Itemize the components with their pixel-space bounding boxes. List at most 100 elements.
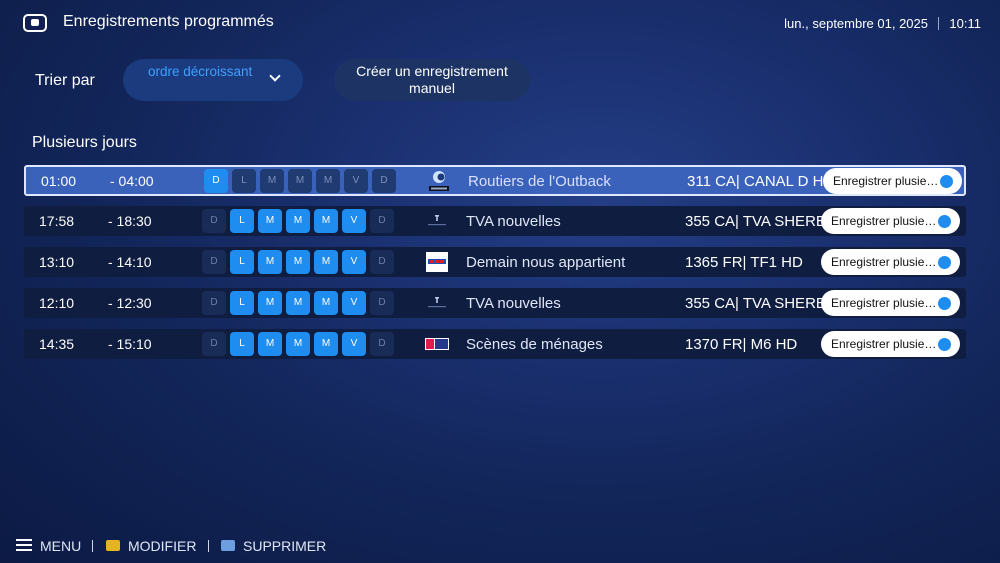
yellow-key-icon (106, 540, 120, 551)
weekday-chip: D (370, 250, 394, 274)
end-time: - 04:00 (110, 173, 154, 189)
weekday-selector: DLMMMVD (202, 291, 394, 315)
record-mode-toggle[interactable]: Enregistrer plusie… (821, 208, 960, 234)
program-title: TVA nouvelles (466, 213, 561, 230)
weekday-chip: D (202, 291, 226, 315)
program-title: Scènes de ménages (466, 336, 603, 353)
end-time: - 12:30 (108, 295, 152, 311)
weekday-chip: M (258, 209, 282, 233)
weekday-chip: M (286, 291, 310, 315)
weekday-chip: L (230, 291, 254, 315)
program-title: Routiers de l'Outback (468, 173, 611, 190)
toggle-dot-icon (938, 256, 951, 269)
toggle-dot-icon (940, 175, 953, 188)
weekday-chip: L (230, 250, 254, 274)
program-title: TVA nouvelles (466, 295, 561, 312)
record-mode-label: Enregistrer plusie… (831, 255, 937, 269)
weekday-chip: M (288, 169, 312, 193)
start-time: 13:10 (39, 254, 75, 270)
toggle-dot-icon (938, 215, 951, 228)
weekday-chip: V (342, 209, 366, 233)
record-mode-toggle[interactable]: Enregistrer plusie… (823, 168, 962, 194)
weekday-chip: V (344, 169, 368, 193)
date-display: lun., septembre 01, 2025 (784, 16, 928, 31)
recording-row[interactable]: 14:35- 15:10 D L M M M V D Scènes de ménages 1370… (24, 329, 966, 359)
tv-icon (23, 14, 47, 32)
weekday-selector: DLMMMVD (202, 250, 394, 274)
divider (208, 540, 209, 552)
menu-icon (16, 539, 32, 551)
weekday-chip: M (286, 332, 310, 356)
weekday-chip: M (314, 332, 338, 356)
weekday-chip: M (260, 169, 284, 193)
tva-logo-icon (425, 291, 449, 315)
header: Enregistrements programmés lun., septemb… (0, 0, 1000, 46)
weekday-chip: D (370, 291, 394, 315)
weekday-chip: L (232, 169, 256, 193)
weekday-chip: M (286, 209, 310, 233)
channel-name: 355 CA| TVA SHERBROOKE (685, 295, 823, 312)
channel-name: 1370 FR| M6 HD (685, 336, 798, 353)
record-mode-label: Enregistrer plusie… (833, 174, 939, 188)
start-time: 12:10 (39, 295, 75, 311)
section-title: Plusieurs jours (32, 134, 137, 151)
weekday-selector: DLMMMVD (204, 169, 396, 193)
recording-row[interactable]: 13:10- 14:10 D L M M M V D Demain nous appartien… (24, 247, 966, 277)
weekday-chip: D (202, 209, 226, 233)
divider (938, 17, 939, 30)
sort-dropdown[interactable]: ordre décroissant (123, 59, 303, 101)
channel-name: 1365 FR| TF1 HD (685, 254, 803, 271)
weekday-chip: M (258, 250, 282, 274)
weekday-chip: M (314, 250, 338, 274)
record-mode-toggle[interactable]: Enregistrer plusie… (821, 249, 960, 275)
weekday-chip: D (370, 332, 394, 356)
footer-delete[interactable]: SUPPRIMER (243, 538, 326, 554)
recording-row[interactable]: 12:10- 12:30 D L M M M V D TVA nouvelles 355 CA| … (24, 288, 966, 318)
start-time: 17:58 (39, 213, 75, 229)
weekday-chip: D (202, 250, 226, 274)
weekday-chip: V (342, 291, 366, 315)
end-time: - 14:10 (108, 254, 152, 270)
clock: 10:11 (949, 16, 981, 31)
sort-value: ordre décroissant (148, 64, 253, 79)
recording-row[interactable]: 17:58- 18:30 D L M M M V D TVA nouvelles 355 CA| … (24, 206, 966, 236)
weekday-chip: M (314, 209, 338, 233)
weekday-chip: D (372, 169, 396, 193)
weekday-chip: V (342, 332, 366, 356)
footer-modify[interactable]: MODIFIER (128, 538, 196, 554)
tf1-logo-icon (425, 250, 449, 274)
weekday-selector: DLMMMVD (202, 209, 394, 233)
program-title: Demain nous appartient (466, 254, 626, 271)
record-mode-label: Enregistrer plusie… (831, 214, 937, 228)
channel-name: 355 CA| TVA SHERBROOKE (685, 213, 823, 230)
footer-menu[interactable]: MENU (40, 538, 81, 554)
blue-key-icon (221, 540, 235, 551)
weekday-chip: D (370, 209, 394, 233)
chevron-down-icon (269, 70, 281, 82)
weekday-chip: M (258, 291, 282, 315)
weekday-chip: M (286, 250, 310, 274)
m6-logo-icon (425, 332, 449, 356)
record-mode-label: Enregistrer plusie… (831, 296, 937, 310)
weekday-chip: V (342, 250, 366, 274)
start-time: 14:35 (39, 336, 75, 352)
record-mode-toggle[interactable]: Enregistrer plusie… (821, 290, 960, 316)
weekday-chip: M (316, 169, 340, 193)
end-time: - 15:10 (108, 336, 152, 352)
weekday-chip: D (204, 169, 228, 193)
page-title: Enregistrements programmés (63, 13, 274, 30)
record-mode-toggle[interactable]: Enregistrer plusie… (821, 331, 960, 357)
recording-row[interactable]: 01:00- 04:00 D L M M M V D Routiers de l'Outback… (24, 165, 966, 196)
tva-logo-icon (425, 209, 449, 233)
divider (92, 540, 93, 552)
weekday-chip: M (314, 291, 338, 315)
weekday-chip: L (230, 332, 254, 356)
weekday-selector: DLMMMVD (202, 332, 394, 356)
channel-name: 311 CA| CANAL D HD (687, 173, 825, 190)
start-time: 01:00 (41, 173, 77, 189)
weekday-chip: L (230, 209, 254, 233)
weekday-chip: M (258, 332, 282, 356)
toggle-dot-icon (938, 297, 951, 310)
create-manual-recording-button[interactable]: Créer un enregistrement manuel (334, 59, 530, 101)
toggle-dot-icon (938, 338, 951, 351)
